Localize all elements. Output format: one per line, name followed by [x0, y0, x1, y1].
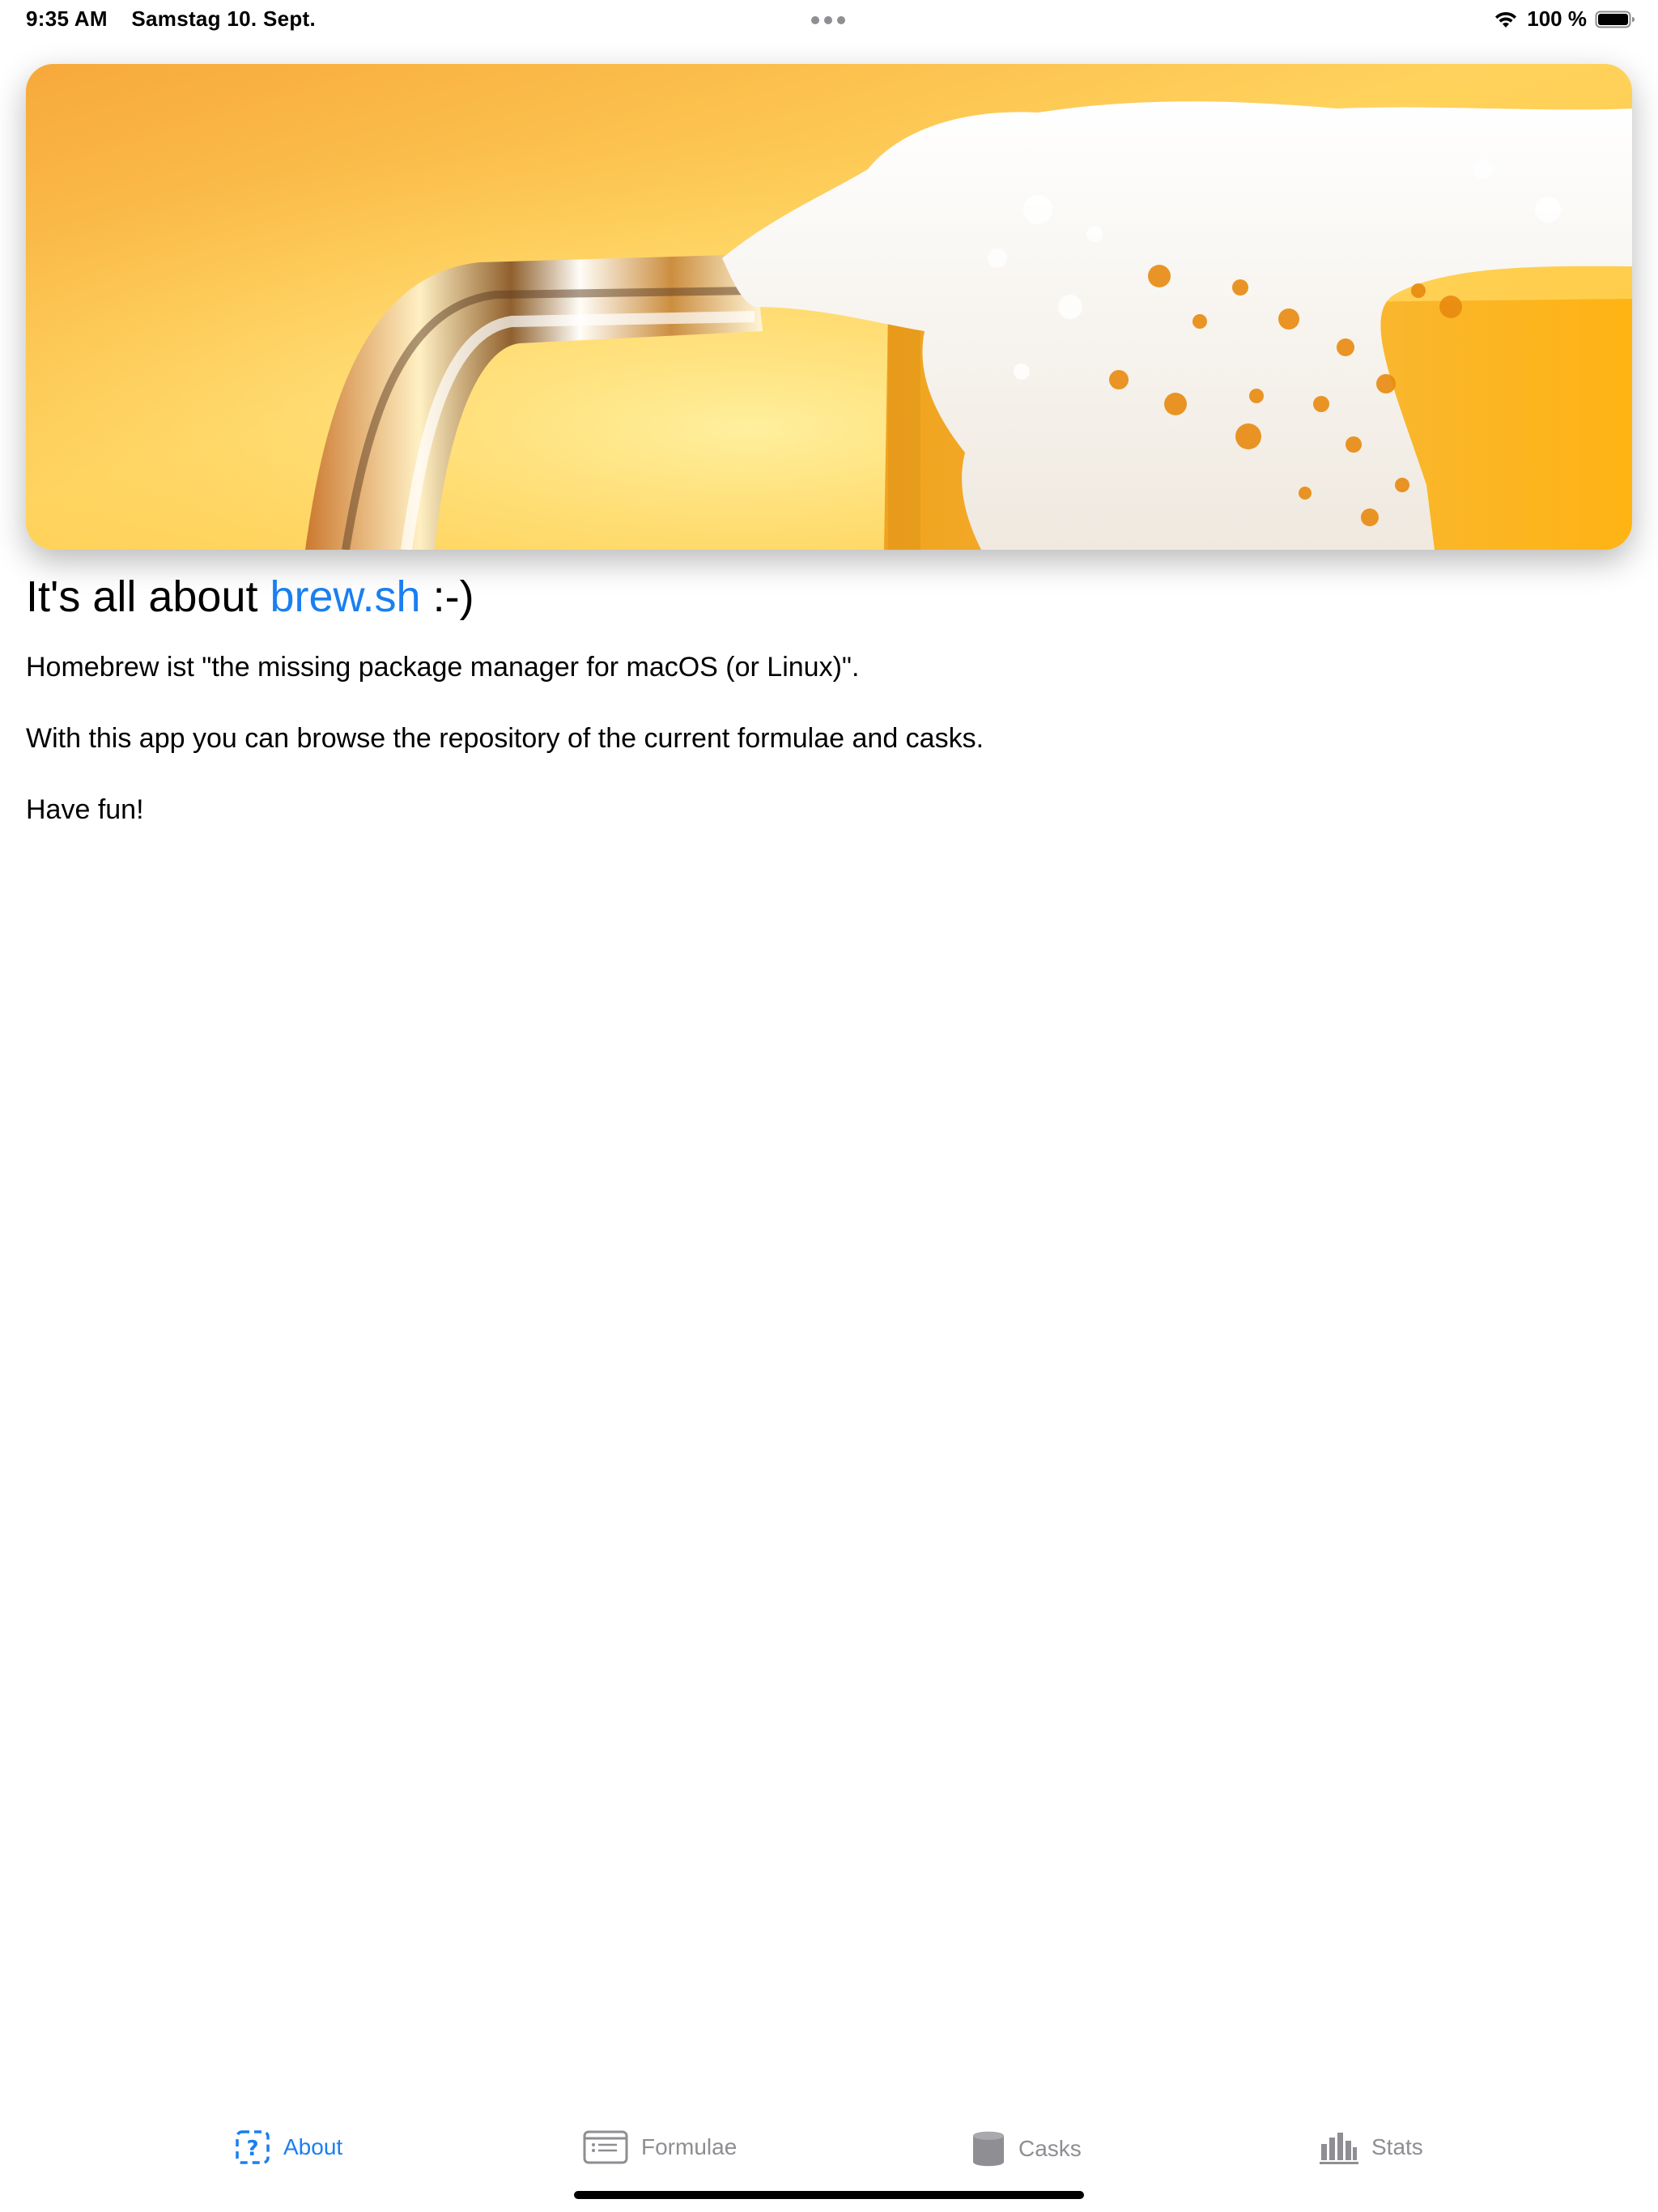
svg-text:?: ? — [246, 2137, 258, 2161]
cylinder-icon — [973, 2131, 1004, 2167]
status-bar: 9:35 AM Samstag 10. Sept. 100 % — [0, 0, 1658, 39]
beer-mug-illustration — [26, 64, 1632, 550]
page-title: It's all about brew.sh :-) — [26, 567, 1632, 627]
tab-bar: ? About Formulae Casks Stats — [0, 2105, 1658, 2178]
battery-icon — [1595, 11, 1635, 28]
wifi-icon — [1495, 11, 1517, 28]
tab-stats[interactable]: Stats — [1320, 2129, 1423, 2165]
tab-about[interactable]: ? About — [235, 2129, 342, 2165]
screen: 9:35 AM Samstag 10. Sept. 100 % It's all… — [0, 0, 1658, 2212]
status-time: 9:35 AM — [26, 6, 108, 31]
status-date: Samstag 10. Sept. — [131, 6, 317, 31]
description-paragraph: With this app you can browse the reposit… — [26, 723, 984, 754]
brew-sh-link[interactable]: brew.sh — [270, 572, 420, 621]
tab-casks[interactable]: Casks — [971, 2129, 1082, 2168]
status-left: 9:35 AM Samstag 10. Sept. — [26, 6, 334, 32]
tab-label: Formulae — [641, 2134, 738, 2159]
list-window-icon — [583, 2130, 628, 2164]
tab-label: Casks — [1018, 2136, 1082, 2161]
tab-label: Stats — [1371, 2134, 1423, 2159]
bar-chart-icon — [1320, 2133, 1358, 2164]
title-suffix: :-) — [420, 572, 474, 621]
question-square-icon: ? — [236, 2130, 270, 2164]
title-prefix: It's all about — [26, 572, 270, 621]
home-indicator[interactable] — [574, 2191, 1084, 2199]
hero-image — [26, 64, 1632, 550]
about-content: It's all about brew.sh :-) Homebrew ist … — [26, 567, 1632, 863]
description-paragraph: Homebrew ist "the missing package manage… — [26, 652, 860, 683]
closing-paragraph: Have fun! — [26, 794, 144, 825]
status-right: 100 % — [1493, 6, 1635, 32]
multitasking-dots-icon[interactable] — [811, 16, 845, 24]
tab-label: About — [283, 2134, 343, 2159]
battery-percent: 100 % — [1527, 6, 1587, 31]
tab-formulae[interactable]: Formulae — [583, 2129, 737, 2165]
